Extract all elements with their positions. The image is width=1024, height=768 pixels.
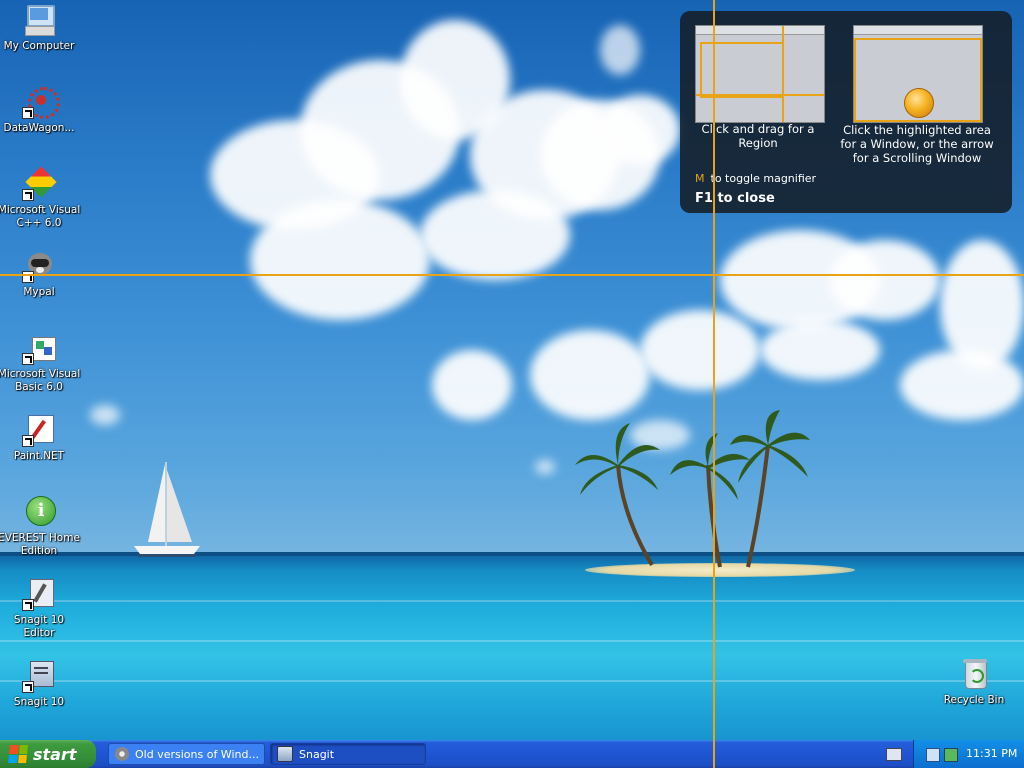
desktop-icon-everest[interactable]: i EVEREST Home Edition: [0, 495, 81, 558]
magnifier-key: M: [695, 172, 705, 185]
paint-net-icon: [22, 413, 56, 447]
desktop-icon-label: Mypal: [23, 286, 55, 298]
desktop-icon-recycle-bin[interactable]: Recycle Bin: [932, 657, 1016, 707]
wave: [0, 680, 1024, 682]
cloud: [640, 310, 760, 390]
taskbar-clock[interactable]: 11:31 PM: [966, 747, 1017, 760]
cloud: [830, 240, 940, 320]
mypal-icon: [115, 747, 129, 761]
desktop-icon-label: My Computer: [3, 40, 75, 52]
visual-basic-icon: [22, 331, 56, 365]
taskbar-button-browser[interactable]: Old versions of Wind...: [108, 743, 265, 765]
system-tray: 11:31 PM: [913, 740, 1024, 768]
desktop-icon-visual-cpp[interactable]: Microsoft Visual C++ 6.0: [0, 166, 81, 230]
window-capture-thumbnail: [853, 25, 983, 123]
desktop-icon-label: Snagit 10 Editor: [13, 614, 65, 639]
window-hint-text: Click the highlighted area for a Window,…: [840, 123, 994, 165]
recycle-bin-icon: [957, 657, 991, 691]
windows-logo-icon: [8, 745, 28, 763]
cloud: [600, 95, 680, 165]
cloud: [535, 460, 555, 474]
capture-crosshair-vertical: [713, 0, 715, 768]
desktop-icon-my-computer[interactable]: My Computer: [0, 3, 81, 53]
shortcut-arrow-icon: [22, 107, 34, 119]
snagit-icon: [277, 746, 293, 762]
taskbar-button-snagit[interactable]: Snagit: [270, 743, 426, 765]
desktop-icon-label: Snagit 10: [13, 696, 65, 708]
desktop-icon-label: Paint.NET: [13, 450, 65, 462]
desktop-icon-label: EVEREST Home Edition: [0, 532, 80, 557]
cloud: [250, 200, 430, 320]
taskbar-button-label: Old versions of Wind...: [135, 747, 259, 761]
start-label: start: [33, 744, 77, 764]
desktop-icon-datawagon[interactable]: DataWagon...: [0, 85, 81, 135]
desktop-icon-label: Recycle Bin: [943, 694, 1005, 706]
close-hint-text: F1 to close: [695, 191, 775, 206]
start-button[interactable]: start: [0, 740, 96, 768]
my-computer-icon: [22, 3, 56, 37]
sailboat: [134, 462, 200, 557]
shortcut-arrow-icon: [22, 189, 34, 201]
cloud: [420, 190, 570, 280]
palm-trees: [575, 410, 810, 568]
wallpaper-sea: [0, 552, 1024, 740]
region-hint-text: Click and drag for a Region: [701, 122, 815, 150]
snagit-icon: [22, 659, 56, 693]
capture-crosshair-horizontal: [0, 274, 1024, 276]
network-icon[interactable]: [926, 748, 940, 762]
safely-remove-hardware-icon[interactable]: [944, 748, 958, 762]
desktop-icon-snagit[interactable]: Snagit 10: [0, 659, 81, 709]
shortcut-arrow-icon: [22, 271, 34, 283]
desktop-icon-snagit-editor[interactable]: Snagit 10 Editor: [0, 577, 81, 640]
shortcut-arrow-icon: [22, 681, 34, 693]
scroll-arrow-orb-icon: [904, 88, 934, 118]
keyboard-layout-icon[interactable]: [886, 748, 902, 761]
desktop-icon-visual-basic[interactable]: Microsoft Visual Basic 6.0: [0, 331, 81, 394]
shortcut-arrow-icon: [22, 599, 34, 611]
desktop-icon-label: Microsoft Visual C++ 6.0: [0, 204, 81, 229]
shortcut-arrow-icon: [22, 353, 34, 365]
cloud: [600, 25, 640, 75]
snagit-capture-hint-panel: Click and drag for a Region Click the hi…: [680, 11, 1012, 213]
snagit-editor-icon: [22, 577, 56, 611]
wave: [0, 600, 1024, 602]
taskbar-button-label: Snagit: [299, 747, 335, 761]
everest-icon: i: [22, 495, 56, 529]
cloud: [90, 405, 120, 425]
cloud: [432, 350, 512, 420]
datawagon-icon: [22, 85, 60, 119]
wave: [0, 640, 1024, 642]
cloud: [900, 350, 1024, 420]
desktop-icon-paint-net[interactable]: Paint.NET: [0, 413, 81, 463]
desktop-icon-label: DataWagon...: [3, 122, 75, 134]
visual-cpp-icon: [22, 166, 57, 201]
desktop-icon-label: Microsoft Visual Basic 6.0: [0, 368, 81, 393]
magnifier-hint-text: to toggle magnifier: [710, 172, 817, 185]
shortcut-arrow-icon: [22, 435, 34, 447]
taskbar: start Old versions of Wind... Snagit 11:…: [0, 740, 1024, 768]
cloud: [760, 320, 880, 380]
mypal-icon: [22, 249, 56, 283]
